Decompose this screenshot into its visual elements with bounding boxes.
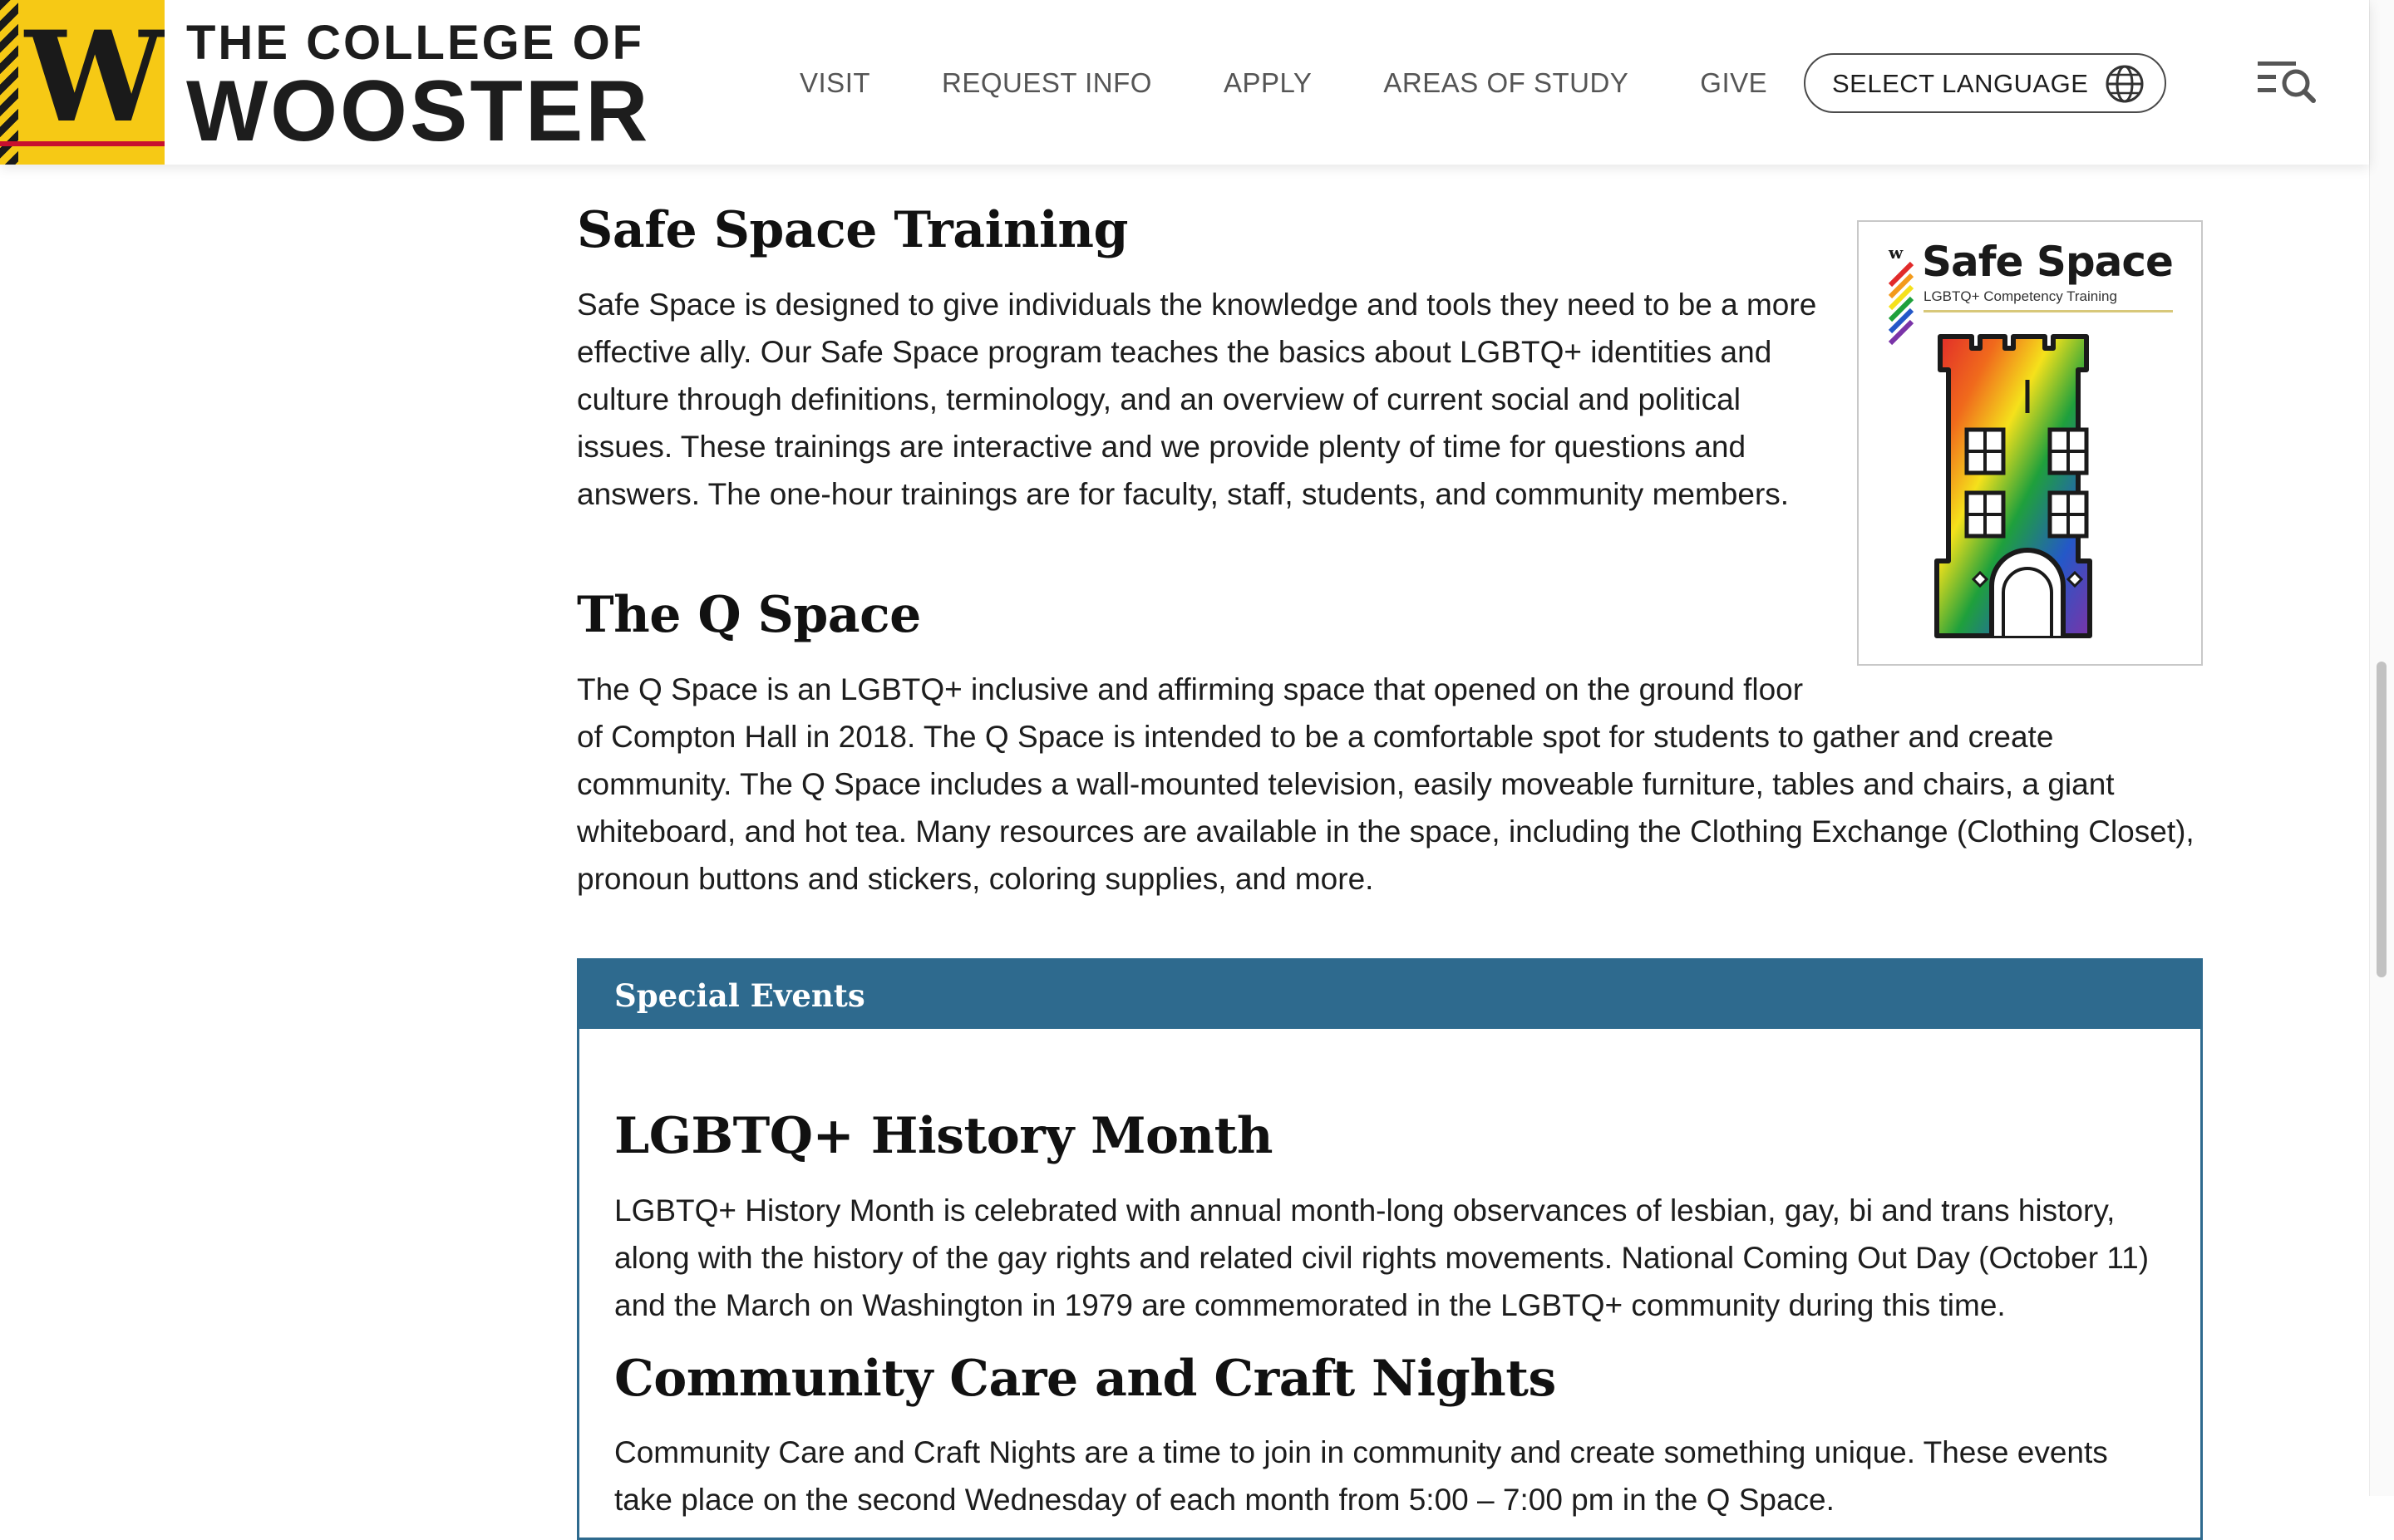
special-events-heading: Special Events [614,977,865,1014]
logo-letter: W [25,4,165,150]
select-language-button[interactable]: SELECT LANGUAGE [1804,53,2166,113]
menu-search-icon[interactable] [2258,57,2316,106]
page-scrollbar-thumb[interactable] [2377,662,2387,977]
special-events-header: Special Events [579,961,2200,1029]
select-language-label: SELECT LANGUAGE [1832,69,2089,98]
poster-rule [1924,310,2173,312]
section-text-q-space: The Q Space is an LGBTQ+ inclusive and a… [577,666,2203,903]
svg-text:w: w [1888,244,1904,263]
event-text-craft-nights: Community Care and Craft Nights are a ti… [614,1435,2108,1517]
special-events-panel: Special Events LGBTQ+ History Month LGBT… [577,958,2203,1540]
safe-space-poster: w Safe Space LGBTQ+ Competency Training [1857,220,2203,666]
nav-request-info[interactable]: REQUEST INFO [942,65,1152,101]
nav-visit[interactable]: VISIT [800,65,870,101]
globe-icon [2106,65,2144,103]
nav-give[interactable]: GIVE [1700,65,1767,101]
main-nav: VISIT REQUEST INFO APPLY AREAS OF STUDY … [800,65,1839,101]
nav-apply[interactable]: APPLY [1224,65,1312,101]
section-text-q-space-line-1: The Q Space is an LGBTQ+ inclusive and a… [577,672,1804,706]
event-title-craft-nights: Community Care and Craft Nights [614,1350,1556,1408]
logo-red-line [0,141,165,146]
section-title-q-space: The Q Space [577,586,921,644]
section-title-safe-space: Safe Space Training [577,201,1128,259]
wordmark-bottom: WOOSTER [186,63,651,160]
event-title-history-month: LGBTQ+ History Month [614,1107,1273,1165]
wordmark-top: THE COLLEGE OF [186,16,645,70]
poster-title: Safe Space [1922,238,2174,286]
rainbow-tower-illustration [1934,334,2092,638]
event-text-history-month: LGBTQ+ History Month is celebrated with … [614,1193,2150,1322]
site-header: W THE COLLEGE OF WOOSTER VISIT REQUEST I… [0,0,2369,165]
rainbow-stripe-mark: w [1888,244,1914,346]
college-logo[interactable]: W [0,0,165,165]
poster-subtitle: LGBTQ+ Competency Training [1924,288,2117,304]
college-wordmark[interactable]: THE COLLEGE OF WOOSTER [186,16,651,160]
section-text-safe-space: Safe Space is designed to give individua… [577,288,1817,511]
section-text-q-space-rest: of Compton Hall in 2018. The Q Space is … [577,720,2194,896]
logo-stripe [0,0,18,165]
nav-areas-of-study[interactable]: AREAS OF STUDY [1383,65,1628,101]
